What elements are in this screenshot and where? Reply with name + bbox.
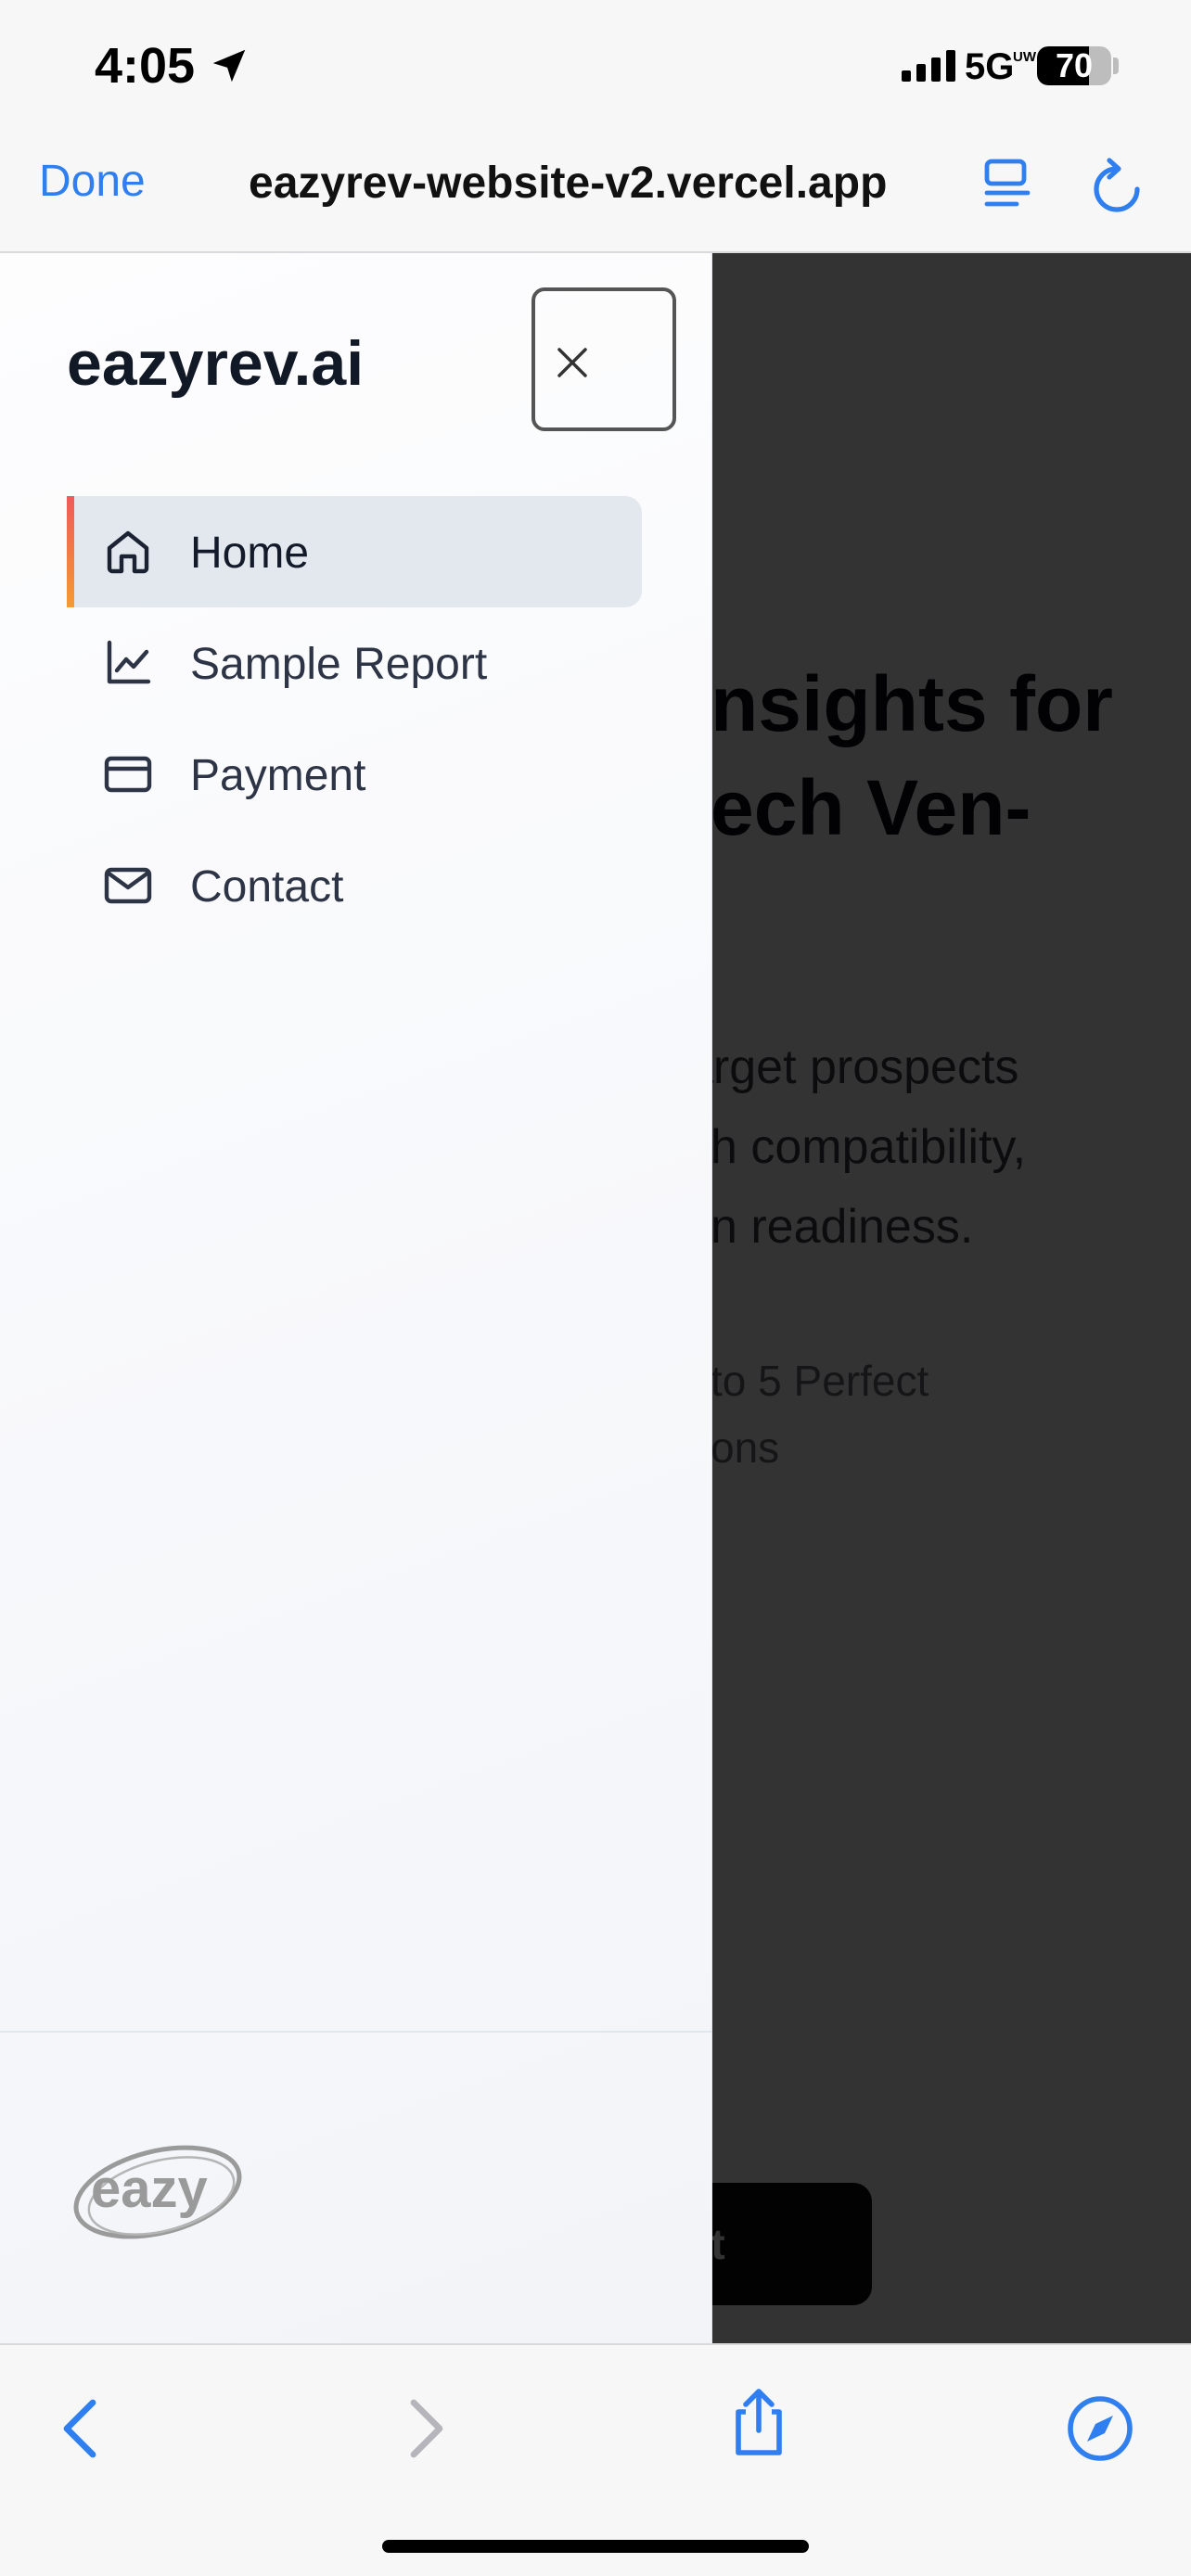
home-indicator: [382, 2540, 809, 2553]
credit-card-icon: [104, 756, 152, 793]
browser-top-bar: Done eazyrev-website-v2.vercel.app: [0, 130, 1191, 253]
url-label[interactable]: eazyrev-website-v2.vercel.app: [249, 158, 887, 209]
forward-icon[interactable]: [388, 2391, 462, 2466]
battery-percent: 70: [1055, 46, 1094, 84]
svg-text:eazy: eazy: [91, 2159, 208, 2219]
nav-label-contact: Contact: [190, 862, 344, 912]
eazy-logo: eazy: [73, 2145, 242, 2239]
reader-view-icon[interactable]: [981, 158, 1033, 213]
drawer-nav: Home Sample Report Payment Contact: [67, 496, 642, 941]
close-menu-button[interactable]: [531, 287, 676, 431]
nav-item-payment[interactable]: Payment: [67, 719, 642, 830]
battery-icon: 70: [1037, 46, 1111, 85]
brand-title: eazyrev.ai: [67, 328, 365, 399]
home-icon: [107, 530, 149, 574]
mail-icon: [104, 867, 152, 904]
battery-cap: [1113, 57, 1119, 74]
status-bar: 4:05 5G UW 70: [0, 0, 1191, 130]
done-button[interactable]: Done: [39, 156, 146, 207]
network-type: 5G: [965, 46, 1015, 87]
cellular-signal-icon: [902, 50, 955, 82]
network-subtype: UW: [1013, 49, 1036, 65]
nav-item-home[interactable]: Home: [67, 496, 642, 607]
nav-item-contact[interactable]: Contact: [67, 830, 642, 941]
drawer-divider: [0, 2031, 712, 2033]
status-time: 4:05: [95, 38, 196, 94]
nav-label-payment: Payment: [190, 751, 366, 800]
share-icon[interactable]: [722, 2386, 796, 2460]
compass-icon[interactable]: [1063, 2391, 1137, 2466]
navigation-drawer: eazyrev.ai Home Sample Report Payment Co…: [0, 253, 712, 2343]
close-icon: [557, 348, 587, 377]
nav-label-sample-report: Sample Report: [190, 640, 488, 689]
nav-label-home: Home: [190, 529, 310, 578]
active-indicator: [67, 496, 74, 607]
reload-icon[interactable]: [1089, 158, 1145, 217]
chart-icon: [107, 640, 151, 684]
back-icon[interactable]: [45, 2391, 119, 2466]
location-arrow-icon: [212, 49, 246, 83]
nav-item-sample-report[interactable]: Sample Report: [67, 607, 642, 719]
